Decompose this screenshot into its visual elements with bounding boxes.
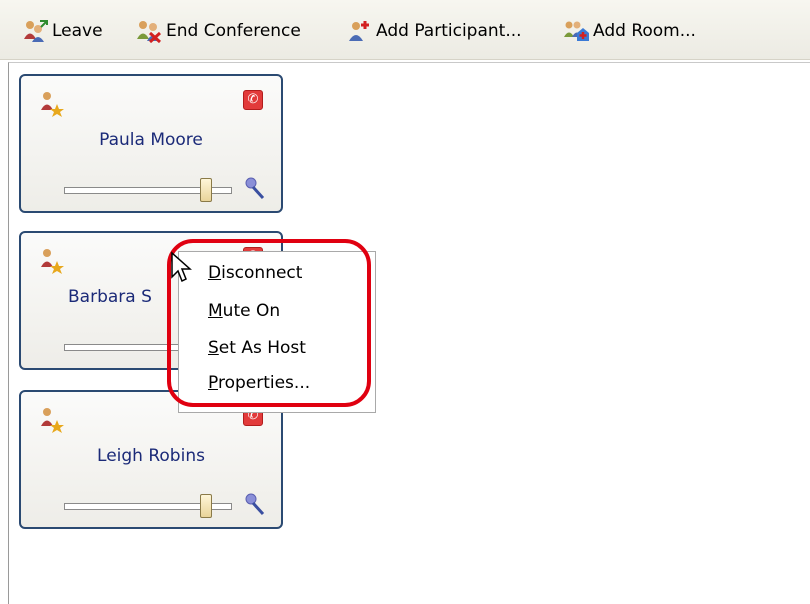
participant-card[interactable]: ✆ Paula Moore	[19, 74, 283, 213]
participants-panel: ✆ Paula Moore ✆ Barbara S	[8, 62, 810, 604]
leave-label: Leave	[52, 21, 103, 41]
menu-item-disconnect[interactable]: Disconnect	[208, 263, 302, 283]
end-conference-label: End Conference	[166, 21, 301, 41]
menu-item-properties[interactable]: Properties...	[208, 373, 310, 393]
participant-name: Paula Moore	[99, 130, 203, 150]
participant-icon	[39, 90, 67, 120]
volume-slider-thumb[interactable]	[200, 494, 213, 518]
menu-item-mute-on[interactable]: Mute On	[208, 301, 280, 321]
menu-item-set-as-host[interactable]: Set As Host	[208, 338, 306, 358]
participant-name: Leigh Robins	[97, 446, 205, 466]
add-participant-icon	[346, 19, 372, 43]
add-room-label: Add Room...	[593, 21, 696, 41]
microphone-icon[interactable]	[243, 176, 267, 202]
participant-icon	[39, 247, 67, 277]
leave-button[interactable]: Leave	[22, 18, 103, 44]
volume-slider-thumb[interactable]	[200, 178, 213, 202]
hangup-phone-icon[interactable]: ✆	[243, 90, 263, 110]
mouse-cursor-icon	[170, 251, 194, 287]
context-menu: Disconnect Mute On Set As Host Propertie…	[178, 251, 376, 413]
participant-name: Barbara S	[68, 287, 152, 307]
toolbar: Leave End Conference Add Participant...	[0, 0, 810, 60]
add-participant-label: Add Participant...	[376, 21, 522, 41]
microphone-icon[interactable]	[243, 492, 267, 518]
leave-icon	[22, 19, 48, 43]
add-room-button[interactable]: Add Room...	[563, 18, 696, 44]
add-participant-button[interactable]: Add Participant...	[346, 18, 522, 44]
end-conference-button[interactable]: End Conference	[136, 18, 301, 44]
participant-icon	[39, 406, 67, 436]
end-conference-icon	[136, 19, 162, 44]
add-room-icon	[563, 19, 589, 43]
